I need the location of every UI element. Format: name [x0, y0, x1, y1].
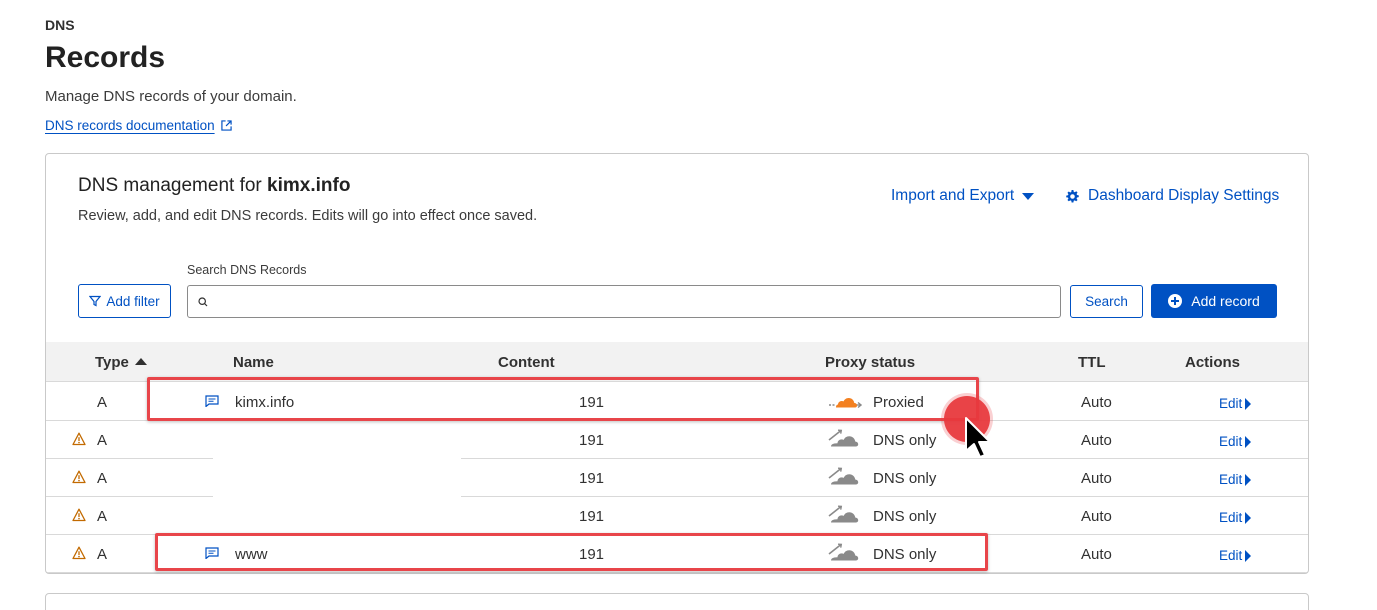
warning-icon[interactable]: [72, 546, 86, 560]
edit-label: Edit: [1219, 510, 1243, 525]
proxy-status: DNS only: [873, 432, 937, 449]
record-content: 191: [579, 432, 605, 449]
dns-only-cloud-icon: [828, 467, 859, 485]
external-link-icon: [220, 120, 232, 131]
column-proxy-status: Proxy status: [825, 354, 916, 371]
dashboard-display-settings-link[interactable]: Dashboard Display Settings: [1066, 187, 1279, 205]
table-header: Type Name Content Proxy status TTL Actio…: [46, 342, 1308, 382]
filter-icon: [89, 295, 102, 307]
proxied-cloud-icon: [829, 398, 862, 409]
sort-ascending-icon: [134, 358, 147, 365]
edit-record-button[interactable]: Edit: [1219, 396, 1252, 411]
record-content: 191: [579, 546, 605, 563]
dns-records-documentation-link[interactable]: DNS records documentation: [45, 118, 232, 133]
domain-name: kimx.info: [267, 175, 351, 196]
search-label: Search DNS Records: [187, 263, 307, 277]
warning-icon[interactable]: [72, 508, 86, 522]
record-ttl: Auto: [1081, 470, 1112, 487]
comment-icon[interactable]: [205, 547, 219, 559]
edit-record-button[interactable]: Edit: [1219, 548, 1252, 563]
redaction-mask: [213, 496, 461, 498]
dns-management-card: DNS management for kimx.info Review, add…: [45, 153, 1309, 574]
warning-icon[interactable]: [72, 432, 86, 446]
caret-down-icon: [1022, 192, 1035, 200]
dns-only-cloud-icon: [828, 543, 859, 561]
record-ttl: Auto: [1081, 546, 1112, 563]
import-export-label: Import and Export: [891, 187, 1015, 204]
proxy-status: DNS only: [873, 470, 937, 487]
search-icon: [198, 296, 208, 306]
search-field[interactable]: [187, 285, 1061, 318]
caret-right-icon: [1245, 397, 1252, 410]
edit-record-button[interactable]: Edit: [1219, 510, 1252, 525]
plus-circle-icon: [1168, 294, 1183, 308]
record-ttl: Auto: [1081, 508, 1112, 525]
secondary-card: [45, 593, 1309, 610]
table-row[interactable]: A 191 DNS only Auto Edit: [46, 497, 1308, 535]
record-type: A: [97, 394, 108, 411]
record-type: A: [97, 508, 108, 525]
record-type: A: [97, 470, 108, 487]
record-content: 191: [579, 508, 605, 525]
import-export-dropdown[interactable]: Import and Export: [891, 187, 1035, 205]
record-type: A: [97, 432, 108, 449]
edit-record-button[interactable]: Edit: [1219, 434, 1252, 449]
card-title: DNS management for kimx.info: [78, 175, 350, 197]
column-actions: Actions: [1185, 354, 1241, 371]
table-row[interactable]: A 191 DNS only Auto Edit: [46, 421, 1308, 459]
column-type-label: Type: [95, 354, 129, 371]
proxy-status: DNS only: [873, 508, 937, 525]
edit-record-button[interactable]: Edit: [1219, 472, 1252, 487]
gear-icon: [1066, 189, 1079, 203]
record-name: www: [235, 546, 268, 563]
dashboard-settings-label: Dashboard Display Settings: [1088, 187, 1280, 204]
edit-label: Edit: [1219, 548, 1243, 563]
page-title: Records: [45, 41, 166, 74]
card-description: Review, add, and edit DNS records. Edits…: [78, 208, 538, 224]
add-filter-label: Add filter: [106, 293, 160, 309]
caret-right-icon: [1245, 511, 1252, 524]
mouse-pointer-icon: [965, 417, 991, 458]
doc-link-label: DNS records documentation: [45, 118, 215, 133]
column-type[interactable]: Type: [95, 354, 147, 371]
table-row[interactable]: A kimx.info 191 Proxied Auto Edit: [46, 383, 1308, 421]
caret-right-icon: [1245, 549, 1252, 562]
comment-icon[interactable]: [205, 395, 219, 407]
column-ttl: TTL: [1078, 354, 1106, 371]
record-type: A: [97, 546, 108, 563]
add-record-label: Add record: [1191, 293, 1260, 309]
edit-label: Edit: [1219, 434, 1243, 449]
card-title-prefix: DNS management for: [78, 175, 268, 196]
add-filter-button[interactable]: Add filter: [78, 284, 171, 318]
add-record-button[interactable]: Add record: [1151, 284, 1277, 318]
record-content: 191: [579, 470, 605, 487]
edit-label: Edit: [1219, 396, 1243, 411]
proxy-status: DNS only: [873, 546, 937, 563]
column-content: Content: [498, 354, 555, 371]
search-button[interactable]: Search: [1070, 285, 1143, 318]
warning-icon[interactable]: [72, 470, 86, 484]
breadcrumb: DNS: [45, 17, 75, 33]
record-ttl: Auto: [1081, 394, 1112, 411]
record-name: kimx.info: [235, 394, 295, 411]
edit-label: Edit: [1219, 472, 1243, 487]
page-subtitle: Manage DNS records of your domain.: [45, 88, 297, 105]
record-content: 191: [579, 394, 605, 411]
caret-right-icon: [1245, 435, 1252, 448]
dns-only-cloud-icon: [828, 429, 859, 447]
column-name: Name: [233, 354, 274, 371]
redaction-mask: [213, 458, 461, 460]
dns-only-cloud-icon: [828, 505, 859, 523]
table-row[interactable]: A www 191 DNS only Auto Edit: [46, 535, 1308, 573]
record-ttl: Auto: [1081, 432, 1112, 449]
table-row[interactable]: A 191 DNS only Auto Edit: [46, 459, 1308, 497]
proxy-status: Proxied: [873, 394, 924, 411]
search-input[interactable]: [214, 286, 1060, 317]
caret-right-icon: [1245, 473, 1252, 486]
